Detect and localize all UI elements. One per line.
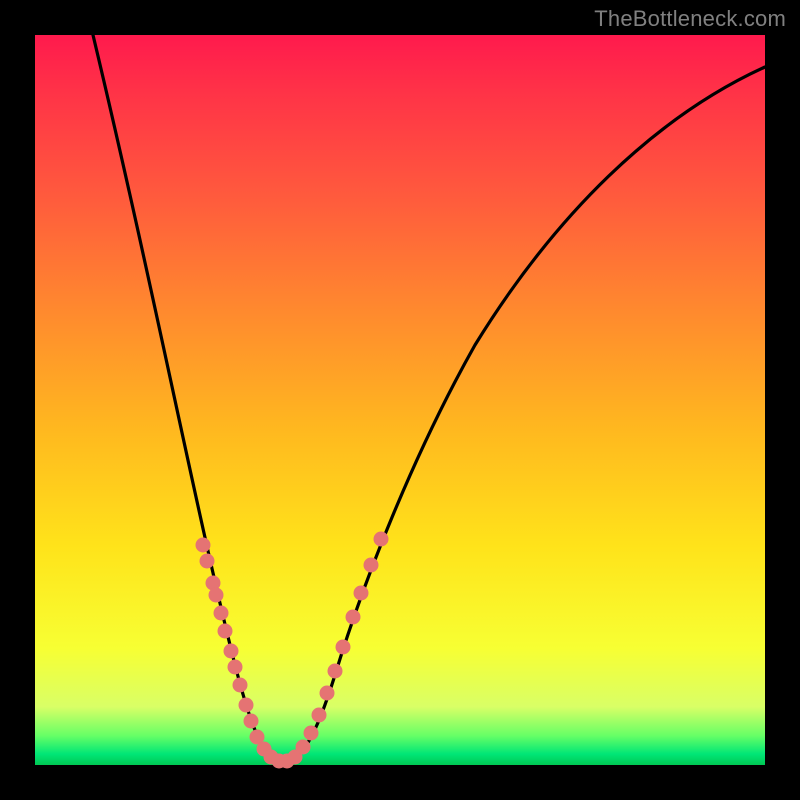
left-arm-beads-group <box>196 538 287 769</box>
bead-point <box>200 554 215 569</box>
bead-point <box>244 714 259 729</box>
bead-point <box>312 708 327 723</box>
bead-point <box>224 644 239 659</box>
bead-point <box>209 588 224 603</box>
bead-point <box>196 538 211 553</box>
bead-point <box>296 740 311 755</box>
plot-area <box>35 35 765 765</box>
bead-point <box>336 640 351 655</box>
bead-point <box>346 610 361 625</box>
bead-point <box>320 686 335 701</box>
bead-point <box>364 558 379 573</box>
bead-point <box>228 660 243 675</box>
bead-point <box>374 532 389 547</box>
bead-point <box>214 606 229 621</box>
bead-point <box>218 624 233 639</box>
bottleneck-curve <box>93 35 765 762</box>
bead-point <box>233 678 248 693</box>
watermark-text: TheBottleneck.com <box>594 6 786 32</box>
bead-point <box>304 726 319 741</box>
curve-layer <box>35 35 765 765</box>
bead-point <box>328 664 343 679</box>
bead-point <box>354 586 369 601</box>
chart-frame: TheBottleneck.com <box>0 0 800 800</box>
right-arm-beads-group <box>280 532 389 769</box>
bead-point <box>239 698 254 713</box>
